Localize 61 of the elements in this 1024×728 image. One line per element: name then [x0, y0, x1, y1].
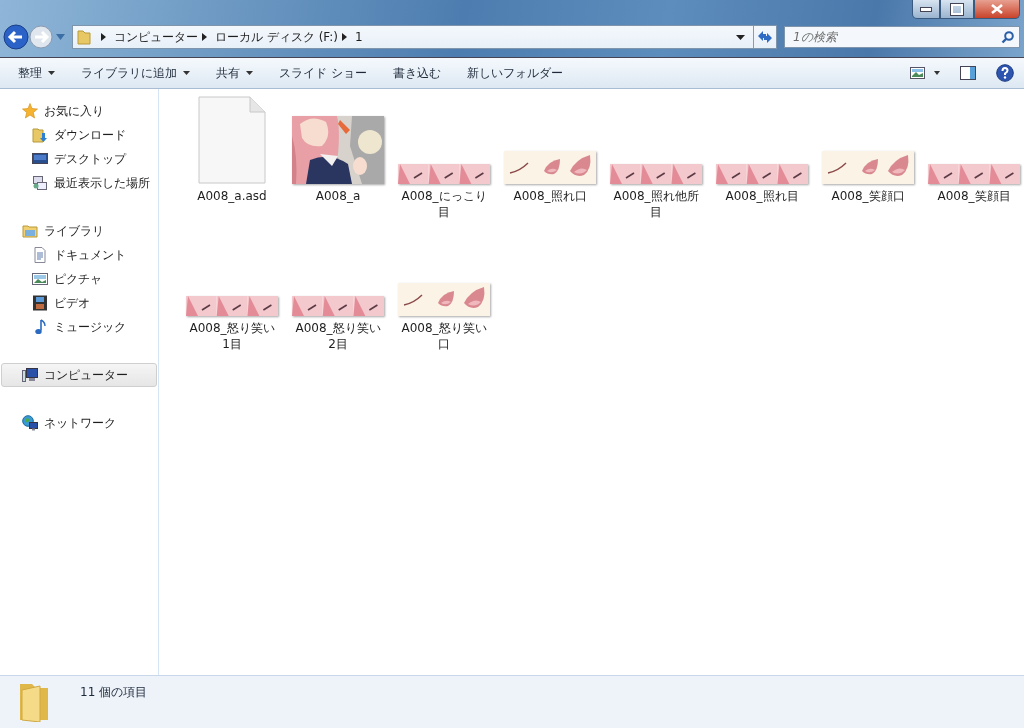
item-count: 11 個の項目 — [80, 684, 148, 701]
sidebar-item[interactable]: ピクチャ — [1, 267, 157, 291]
chevron-icon[interactable] — [202, 33, 207, 41]
video-icon — [32, 295, 48, 311]
sidebar-item[interactable]: ビデオ — [1, 291, 157, 315]
file-name[interactable]: A008_にっこり目 — [400, 188, 488, 220]
file-name[interactable]: A008_照れ目 — [718, 188, 806, 220]
file-name[interactable]: A008_照れ他所目 — [612, 188, 700, 220]
file-name[interactable]: A008_a — [294, 188, 382, 220]
toolbar-button[interactable]: スライド ショー — [269, 60, 377, 86]
download-icon — [32, 127, 48, 143]
file-name[interactable]: A008_怒り笑い口 — [400, 320, 488, 352]
pictures-icon — [32, 271, 48, 287]
toolbar-button[interactable]: 共有 — [206, 60, 263, 86]
document-icon — [32, 247, 48, 263]
file-name[interactable]: A008_怒り笑い2目 — [294, 320, 382, 352]
sidebar-item[interactable]: ダウンロード — [1, 123, 157, 147]
caret-icon — [48, 71, 55, 75]
sidebar-item[interactable]: お気に入り — [1, 99, 157, 123]
breadcrumb-item[interactable]: コンピューター — [114, 28, 198, 46]
breadcrumb-item[interactable]: 1 — [355, 30, 363, 44]
search-icon — [1001, 31, 1014, 44]
sidebar-item[interactable]: ネットワーク — [1, 411, 157, 435]
file-name[interactable]: A008_笑顔口 — [824, 188, 912, 220]
breadcrumb-item[interactable]: ローカル ディスク (F:) — [215, 28, 338, 46]
back-button[interactable] — [3, 24, 29, 50]
star-icon — [22, 103, 38, 119]
sidebar-item[interactable]: ドキュメント — [1, 243, 157, 267]
sidebar-item[interactable]: ミュージック — [1, 315, 157, 339]
search-field[interactable]: 1の検索 — [784, 26, 1020, 48]
caret-icon — [246, 71, 253, 75]
desktop-icon — [32, 151, 48, 167]
toolbar-button[interactable]: 整理 — [8, 60, 65, 86]
toolbar-button[interactable]: ライブラリに追加 — [71, 60, 200, 86]
sidebar-item[interactable]: デスクトップ — [1, 147, 157, 171]
computer-icon — [22, 367, 38, 383]
file-name[interactable]: A008_笑顔目 — [930, 188, 1018, 220]
network-icon — [22, 415, 38, 431]
close-icon — [990, 4, 1004, 14]
sidebar-item[interactable]: コンピューター — [1, 363, 157, 387]
restore-button[interactable] — [940, 0, 974, 19]
refresh-icon — [757, 30, 773, 44]
chevron-icon[interactable] — [342, 33, 347, 41]
file-name[interactable]: A008_a.asd — [188, 188, 276, 220]
address-bar[interactable]: コンピューター ローカル ディスク (F:) 1 — [72, 25, 777, 49]
file-name[interactable]: A008_照れ口 — [506, 188, 594, 220]
sidebar-item[interactable]: ライブラリ — [1, 219, 157, 243]
library-icon — [22, 223, 38, 239]
file-name[interactable]: A008_怒り笑い1目 — [188, 320, 276, 352]
close-button[interactable] — [974, 0, 1020, 19]
chevron-icon[interactable] — [101, 33, 106, 41]
folder-icon — [77, 29, 91, 45]
dropdown-icon[interactable] — [736, 34, 745, 40]
toolbar-button[interactable]: 書き込む — [382, 60, 451, 86]
sidebar-item[interactable]: 最近表示した場所 — [1, 171, 157, 195]
document-icon — [198, 96, 266, 184]
minimize-button[interactable] — [912, 0, 940, 19]
music-icon — [32, 319, 48, 335]
recent-icon — [32, 175, 48, 191]
toolbar-button[interactable]: 新しいフォルダー — [456, 60, 573, 86]
caret-icon — [183, 71, 190, 75]
